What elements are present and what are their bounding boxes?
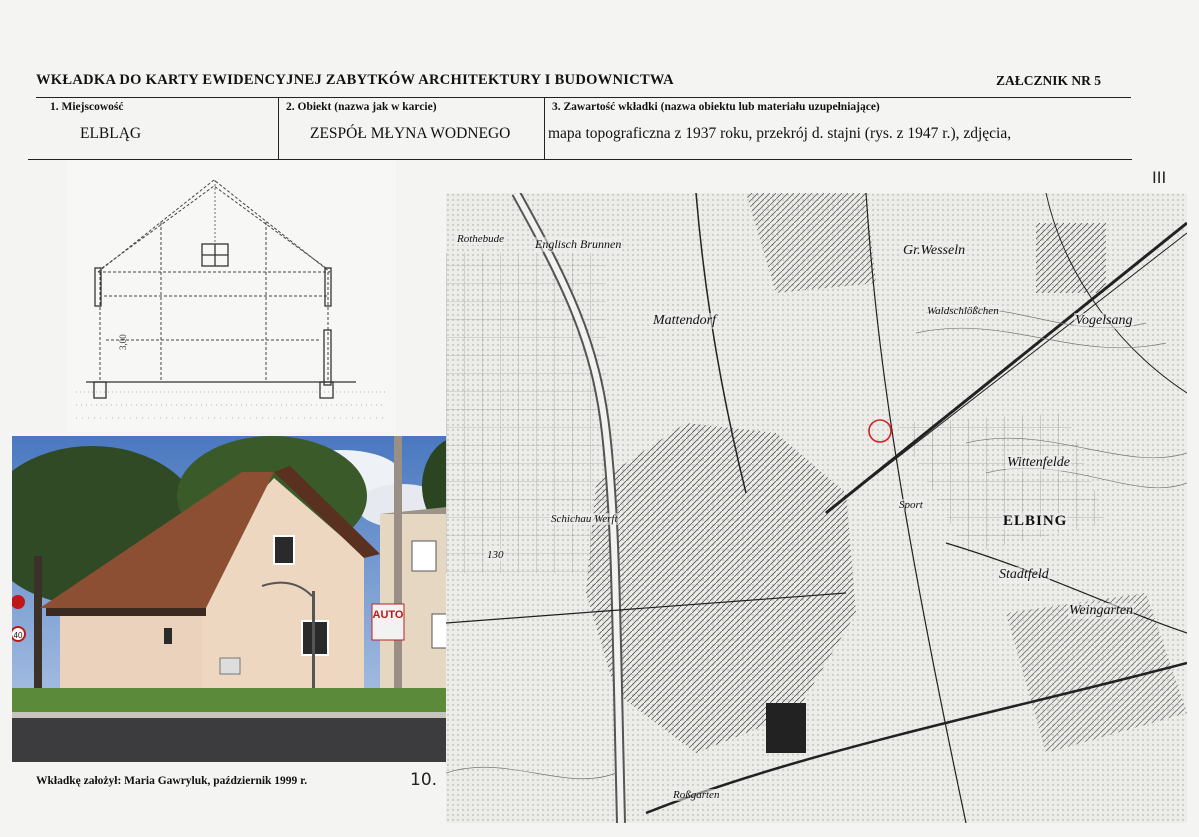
page-number: 10. xyxy=(410,770,438,790)
author-note: Wkładkę założył: Maria Gawryluk, paździe… xyxy=(36,775,308,787)
speed-limit-sign: 40 xyxy=(14,631,23,640)
map-label-gr-wesseln: Gr.Wesseln xyxy=(902,243,967,259)
contents-value: mapa topograficzna z 1937 roku, przekrój… xyxy=(548,125,1012,142)
header-rule xyxy=(36,97,1131,98)
building-photo-svg: AUTO 40 xyxy=(12,436,476,762)
object-value: ZESPÓŁ MŁYNA WODNEGO xyxy=(310,125,511,142)
dimension-label: 3,00 xyxy=(118,334,128,350)
field-divider-1 xyxy=(278,97,279,159)
cross-section-drawing: 3,00 xyxy=(66,160,396,432)
document-page: WKŁADKA DO KARTY EWIDENCYJNEJ ZABYTKÓW A… xyxy=(0,0,1199,837)
map-label-waldschlosschen: Waldschlößchen xyxy=(926,305,1000,317)
map-label-schichau-werft: Schichau Werft xyxy=(550,513,619,525)
topographic-map: Rothebude Englisch Brunnen Gr.Wesseln Ma… xyxy=(446,193,1187,823)
map-label-sport: Sport xyxy=(898,499,924,511)
corner-mark: III xyxy=(1152,168,1167,187)
map-label-mattendorf: Mattendorf xyxy=(652,313,717,329)
map-label-rossgarten: Roßgarten xyxy=(672,789,721,801)
object-label: 2. Obiekt (nazwa jak w karcie) xyxy=(286,101,437,113)
map-label-stadtfeld: Stadtfeld xyxy=(998,567,1050,583)
place-value: ELBLĄG xyxy=(80,125,142,142)
field-divider-2 xyxy=(544,97,545,159)
document-title: WKŁADKA DO KARTY EWIDENCYJNEJ ZABYTKÓW A… xyxy=(36,72,674,88)
map-label-elbing: ELBING xyxy=(1002,513,1069,530)
auto-sign-text: AUTO xyxy=(373,609,404,621)
map-label-height: 130 xyxy=(486,549,505,561)
map-label-rothebude: Rothebude xyxy=(456,233,506,245)
annex-number: ZAŁCZNIK NR 5 xyxy=(996,73,1102,88)
map-label-englisch-brunnen: Englisch Brunnen xyxy=(534,237,623,252)
map-label-vogelsang: Vogelsang xyxy=(1074,313,1134,329)
cross-section-svg: 3,00 xyxy=(76,179,386,419)
place-label: 1. Miejscowość xyxy=(50,101,124,113)
map-label-weingarten: Weingarten xyxy=(1068,603,1135,619)
building-photo: AUTO 40 xyxy=(12,436,476,762)
map-svg xyxy=(446,193,1187,823)
map-label-wittenfelde: Wittenfelde xyxy=(1006,455,1071,471)
contents-label: 3. Zawartość wkładki (nazwa obiektu lub … xyxy=(552,101,880,113)
